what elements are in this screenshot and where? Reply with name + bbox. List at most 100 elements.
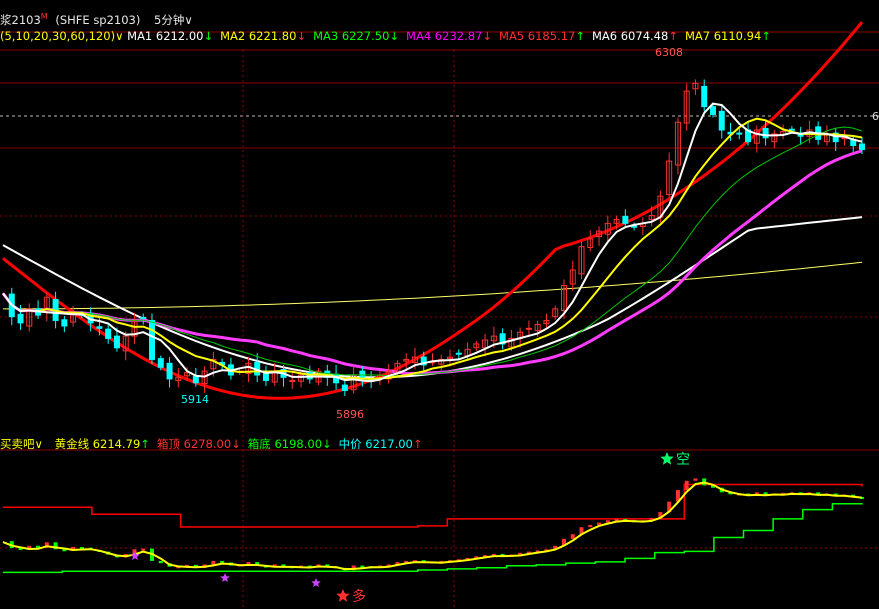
sub-legend-item-arrow: ↑ [140, 437, 150, 451]
ma-legend-item-2: MA2 6221.80↓ [220, 29, 306, 43]
chevron-down-icon: ∨ [184, 12, 193, 27]
sub-bar [211, 560, 216, 565]
period-label: 5分钟 [154, 12, 185, 27]
low-price-label-2: 5896 [336, 408, 364, 421]
ma-legend-item-arrow: ↑ [668, 29, 678, 43]
ma-legend-item-arrow: ↑ [761, 29, 771, 43]
sub-legend-item-4: 中价 6217.00↑ [339, 437, 423, 451]
right-edge-label: 6 [872, 110, 879, 123]
sell-star-icon [660, 452, 674, 465]
sub-legend-item-value: 箱底 6198.00 [247, 437, 323, 451]
exchange-code: (SHFE sp2103) [55, 12, 141, 27]
candle-body [622, 215, 629, 224]
candle-body [113, 335, 120, 349]
ma-legend-item-value: MA1 6212.00 [127, 29, 204, 43]
sub-legend: 买卖吧∨ 黄金线 6214.79↑ 箱顶 6278.00↓ 箱底 6198.00↓ 中… [0, 437, 430, 451]
candle-body [105, 328, 112, 339]
short-moving-averages [2, 102, 863, 383]
candle-body [709, 106, 716, 115]
ma-params[interactable]: (5,10,20,30,60,120)∨ [0, 29, 123, 43]
ma-legend-item-value: MA3 6227.50 [313, 29, 390, 43]
candle-body [166, 362, 173, 380]
ma-legend-item-value: MA5 6185.17 [499, 29, 576, 43]
ma-legend-item-1: MA1 6212.00↓ [127, 29, 213, 43]
candle-body [341, 384, 348, 392]
candle-body [859, 143, 865, 150]
sub-bar [570, 534, 575, 539]
ma-legend-item-3: MA3 6227.50↓ [313, 29, 399, 43]
candle-body [736, 132, 743, 135]
ma2-line [2, 117, 863, 380]
ma7-line [3, 261, 863, 310]
candle-body [289, 379, 296, 382]
candle-body [192, 376, 199, 384]
candle-body [149, 320, 156, 360]
buy-signal-label: 多 [352, 588, 366, 605]
sub-legend-item-arrow: ↑ [412, 437, 423, 451]
box-top-line [3, 483, 863, 528]
low-price-label-1: 5914 [181, 393, 209, 406]
ma-legend-item-7: MA7 6110.94↑ [685, 29, 771, 43]
ma4-line [1, 149, 863, 376]
candle-body [701, 85, 708, 108]
long-moving-averages [1, 21, 864, 400]
candle-body [359, 370, 366, 378]
sell-signal-label: 空 [676, 452, 690, 468]
ma-legend-item-arrow: ↓ [389, 29, 400, 43]
ma5-line [2, 21, 864, 400]
candle-body [17, 313, 24, 324]
sub-legend-item-value: 中价 6217.00 [338, 437, 413, 451]
ma-legend-item-arrow: ↓ [482, 29, 493, 43]
ma-legend-item-5: MA5 6185.17↑ [499, 29, 585, 43]
signal-star-icon [220, 573, 230, 582]
sub-bar [693, 478, 698, 481]
header-bar: 浆2103M (SHFE sp2103) 5分钟∨ [0, 10, 193, 27]
ma-legend: (5,10,20,30,60,120)∨ MA1 6212.00↓ MA2 622… [0, 29, 778, 43]
sub-legend-item-value: 箱顶 6278.00 [156, 437, 232, 451]
candle-body [718, 110, 725, 131]
sub-bar [158, 560, 163, 564]
sub-legend-item-2: 箱顶 6278.00↓ [157, 437, 241, 451]
ma-legend-item-arrow: ↑ [575, 29, 585, 43]
indicator-name: 买卖吧 [0, 437, 35, 451]
candle-body [525, 327, 532, 330]
ma-legend-item-value: MA2 6221.80 [220, 29, 297, 43]
sub-legend-item-arrow: ↓ [322, 437, 332, 451]
sub-bar [684, 480, 689, 491]
ma-legend-item-value: MA7 6110.94 [684, 29, 762, 43]
ma-legend-item-value: MA6 6074.48 [591, 29, 669, 43]
ma-legend-item-value: MA4 6232.87 [406, 29, 483, 43]
ma1-line [2, 102, 863, 383]
ma-legend-item-6: MA6 6074.48↑ [592, 29, 678, 43]
sub-bar [141, 548, 146, 551]
sub-bar [220, 560, 225, 563]
kline-chart: 6308 5914 5896 6 空多 [0, 21, 879, 609]
ma-params-text: (5,10,20,30,60,120) [0, 29, 116, 43]
candle-body [455, 352, 462, 355]
sub-indicator-panel [2, 478, 864, 574]
candle-body [96, 326, 103, 329]
sub-bar [588, 524, 593, 528]
sub-legend-item-1: 黄金线 6214.79↑ [55, 437, 150, 451]
high-price-label: 6308 [655, 46, 683, 59]
ma-legend-item-arrow: ↓ [296, 29, 307, 43]
chevron-down-icon: ∨ [115, 29, 124, 43]
symbol-name[interactable]: 浆2103 [0, 13, 41, 27]
candle-body [788, 128, 795, 131]
signal-star-icon [311, 578, 321, 587]
chevron-down-icon: ∨ [34, 437, 43, 451]
candle-body [157, 358, 164, 368]
ma3-line [2, 126, 863, 377]
candle-body [61, 319, 68, 327]
period-selector[interactable]: 5分钟∨ [154, 13, 193, 27]
indicator-selector[interactable]: 买卖吧∨ [0, 437, 51, 451]
ma-legend-item-arrow: ↓ [203, 29, 214, 43]
sub-legend-item-value: 黄金线 6214.79 [54, 437, 141, 451]
ma-legend-item-4: MA4 6232.87↓ [406, 29, 492, 43]
symbol-mark: M [40, 12, 48, 21]
sub-legend-item-arrow: ↓ [231, 437, 241, 451]
buy-star-icon [336, 589, 350, 602]
sub-bar [605, 520, 610, 523]
candle-body [140, 316, 147, 319]
sub-legend-item-3: 箱底 6198.00↓ [248, 437, 332, 451]
